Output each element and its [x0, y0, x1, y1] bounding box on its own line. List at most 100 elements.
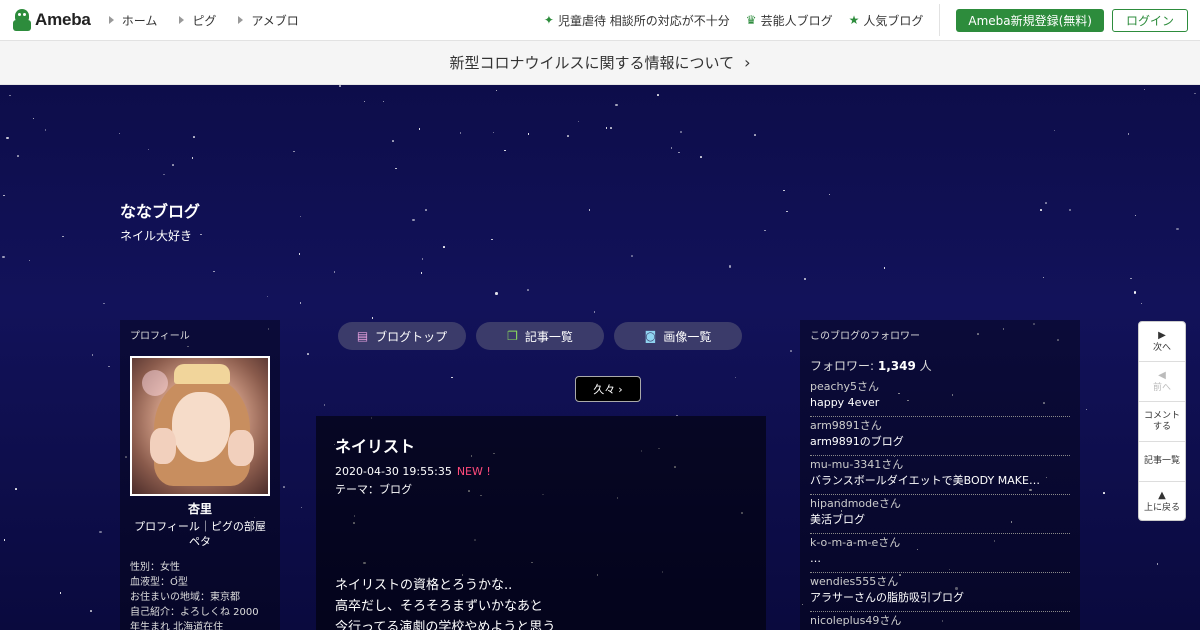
- nav-item-home[interactable]: ホーム: [108, 12, 157, 29]
- star-decoration: [1085, 408, 1088, 411]
- profile-links-line2[interactable]: ペタ: [120, 534, 280, 549]
- star-decoration: [1042, 276, 1045, 279]
- star-decoration: [828, 193, 831, 196]
- star-decoration: [678, 151, 680, 154]
- list-item[interactable]: nicoleplus49さん: [810, 612, 1070, 630]
- star-decoration: [700, 156, 702, 158]
- list-item[interactable]: peachy5さん happy 4ever: [810, 378, 1070, 417]
- star-decoration: [193, 136, 195, 138]
- star-decoration: [883, 267, 886, 269]
- star-decoration: [44, 129, 47, 131]
- star-decoration: [679, 130, 683, 134]
- list-item[interactable]: mu-mu-3341さん バランスボールダイエットで美BODY MAKE…: [810, 456, 1070, 495]
- profile-info: 性別：女性 血液型：O型 お住まいの地域：東京都 自己紹介：よろしくね 2000…: [130, 560, 278, 630]
- star-decoration: [1040, 209, 1042, 211]
- star-decoration: [266, 295, 269, 298]
- back-to-top-button[interactable]: ▲ 上に戻る: [1139, 482, 1185, 520]
- star-decoration: [9, 94, 11, 97]
- tab-blog-top[interactable]: ▤ ブログトップ: [338, 322, 466, 350]
- article-theme[interactable]: テーマ：ブログ: [335, 481, 412, 497]
- blog-title[interactable]: ななブログ: [120, 198, 200, 222]
- comment-button[interactable]: コメントする: [1139, 402, 1185, 442]
- star-decoration: [307, 353, 309, 355]
- list-item[interactable]: hipandmodeさん 美活ブログ: [810, 495, 1070, 534]
- profile-info-line: 血液型：O型: [130, 577, 188, 588]
- blog-tabs: ▤ ブログトップ ❐ 記事一覧 ◙ 画像一覧: [338, 322, 752, 350]
- triangle-right-icon: [238, 16, 244, 24]
- star-decoration: [62, 235, 64, 238]
- header-link-celebrity[interactable]: ♛ 芸能人ブログ: [746, 12, 833, 29]
- star-decoration: [1134, 214, 1137, 217]
- star-decoration: [610, 127, 612, 129]
- follower-list: peachy5さん happy 4ever arm9891さん arm9891のブロ…: [810, 378, 1070, 630]
- star-decoration: [783, 189, 785, 192]
- star-decoration: [412, 218, 415, 222]
- register-button[interactable]: Ameba新規登録(無料): [956, 8, 1104, 32]
- star-decoration: [1156, 563, 1159, 565]
- ameba-logo[interactable]: Ameba: [12, 9, 91, 31]
- star-decoration: [728, 265, 732, 268]
- article-title[interactable]: ネイリスト: [335, 433, 415, 457]
- star-decoration: [28, 259, 31, 262]
- star-decoration: [1127, 133, 1130, 135]
- chevron-right-icon: ›: [744, 53, 751, 72]
- star-decoration: [527, 289, 529, 291]
- star-decoration: [299, 302, 302, 304]
- star-decoration: [425, 209, 427, 211]
- play-left-icon: ◀: [1158, 369, 1166, 381]
- avatar[interactable]: [130, 356, 270, 496]
- star-decoration: [118, 132, 121, 135]
- next-button[interactable]: ▶ 次へ: [1139, 322, 1185, 362]
- header-link-popular[interactable]: ★ 人気ブログ: [849, 12, 924, 29]
- article-list-button[interactable]: 記事一覧: [1139, 442, 1185, 482]
- tab-article-list[interactable]: ❐ 記事一覧: [476, 322, 604, 350]
- star-decoration: [459, 132, 462, 134]
- star-decoration: [99, 530, 102, 534]
- prev-button[interactable]: ◀ 前へ: [1139, 362, 1185, 402]
- star-decoration: [605, 127, 608, 129]
- header-divider: [939, 4, 941, 36]
- star-decoration: [15, 488, 17, 490]
- tab-image-list[interactable]: ◙ 画像一覧: [614, 322, 742, 350]
- star-decoration: [392, 140, 394, 142]
- nav-item-pigg[interactable]: ピグ: [179, 12, 216, 29]
- profile-links-line1[interactable]: プロフィール｜ピグの部屋: [120, 519, 280, 534]
- list-item[interactable]: wendies555さん アラサーさんの脂肪吸引ブログ: [810, 573, 1070, 612]
- star-decoration: [1068, 208, 1072, 212]
- up-arrow-icon: ▲: [1158, 490, 1166, 501]
- star-decoration: [495, 89, 498, 92]
- nav-item-ameblo[interactable]: アメブロ: [238, 12, 299, 29]
- star-decoration: [298, 253, 301, 255]
- star-decoration: [657, 94, 659, 96]
- star-decoration: [299, 215, 302, 218]
- star-decoration: [418, 128, 421, 130]
- star-decoration: [421, 258, 424, 260]
- star-decoration: [3, 194, 5, 197]
- star-decoration: [59, 592, 62, 594]
- star-decoration: [754, 134, 756, 136]
- sparkle-icon: ✦: [543, 13, 554, 27]
- star-decoration: [300, 506, 303, 509]
- star-decoration: [200, 233, 202, 236]
- login-button[interactable]: ログイン: [1111, 8, 1188, 32]
- list-item[interactable]: arm9891さん arm9891のブログ: [810, 417, 1070, 456]
- star-decoration: [363, 100, 366, 103]
- followers-panel: このブログのフォロワー フォロワー: 1,349 人 peachy5さん happ…: [800, 320, 1080, 630]
- header-link-news[interactable]: ✦ 児童虐待 相談所の対応が不十分: [544, 12, 730, 29]
- list-item[interactable]: k-o-m-a-m-eさん…: [810, 534, 1070, 573]
- star-decoration: [1045, 202, 1047, 204]
- star-decoration: [1140, 302, 1143, 305]
- profile-name[interactable]: 杏里: [120, 500, 280, 517]
- star-decoration: [147, 148, 150, 150]
- star-decoration: [293, 150, 295, 153]
- copy-icon: ❐: [507, 329, 518, 343]
- followers-heading: このブログのフォロワー: [810, 331, 920, 342]
- prev-article-button[interactable]: 久々 ›: [575, 376, 641, 402]
- covid-notice-bar[interactable]: 新型コロナウイルスに関する情報について ›: [0, 41, 1200, 85]
- profile-info-line: お住まいの地域：東京都: [130, 592, 240, 603]
- star-decoration: [504, 149, 506, 152]
- star-decoration: [191, 157, 194, 159]
- article-line: 今行ってる演劇の学校やめようと思う: [335, 620, 556, 630]
- star-decoration: [1103, 492, 1105, 494]
- star-decoration: [527, 133, 530, 135]
